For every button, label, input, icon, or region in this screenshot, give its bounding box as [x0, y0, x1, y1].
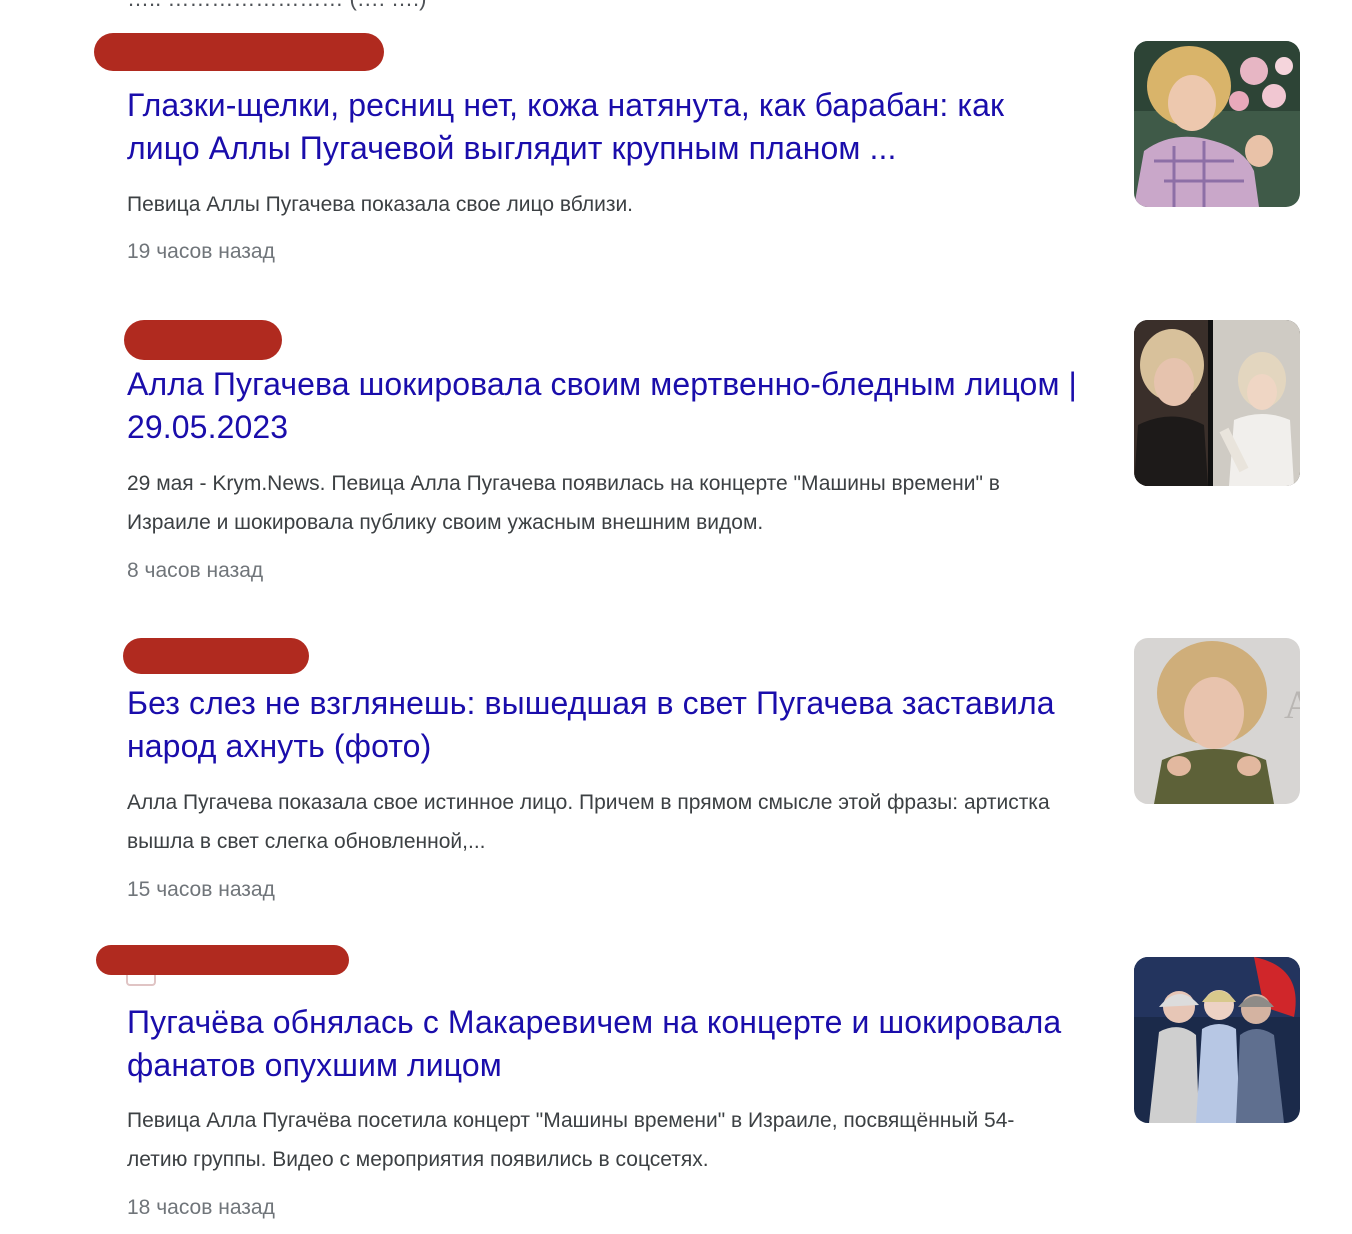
news-result: Пугачёва обнялась с Макаревичем на конце… [0, 0, 1352, 1234]
result-title-link[interactable]: Пугачёва обнялась с Макаревичем на конце… [127, 1001, 1077, 1087]
redacted-source [96, 945, 349, 975]
result-timestamp: 18 часов назад [127, 1196, 275, 1219]
result-thumbnail[interactable] [1134, 957, 1300, 1123]
news-results-page: ….. …………………… (…. ….) Глазки-щелки, ресни… [0, 0, 1352, 1234]
result-snippet: Певица Алла Пугачёва посетила концерт "М… [127, 1109, 1015, 1171]
